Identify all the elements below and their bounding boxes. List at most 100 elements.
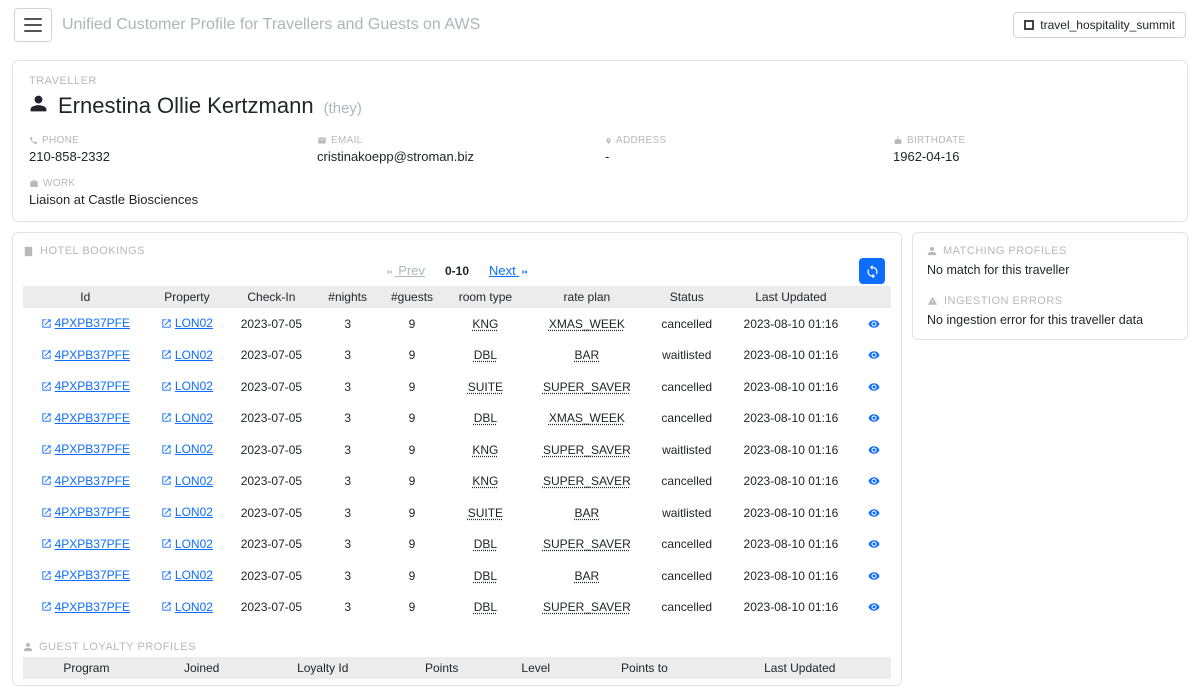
booking-id-link[interactable]: 4PXPB37PFE: [41, 568, 130, 582]
table-row: 4PXPB37PFELON022023-07-0539KNGSUPER_SAVE…: [23, 466, 891, 498]
updated-cell: 2023-08-10 01:16: [725, 529, 856, 561]
prev-link[interactable]: Prev: [383, 263, 425, 278]
room-cell: DBL: [445, 592, 525, 624]
rate-cell: SUPER_SAVER: [526, 466, 649, 498]
topbar: Unified Customer Profile for Travellers …: [0, 0, 1200, 50]
view-button[interactable]: [857, 371, 892, 403]
column-header: Level: [491, 657, 580, 679]
view-button[interactable]: [857, 403, 892, 435]
next-link[interactable]: Next: [489, 263, 531, 278]
app-title: Unified Customer Profile for Travellers …: [62, 16, 480, 34]
property-link[interactable]: LON02: [161, 537, 213, 551]
column-header: #nights: [317, 286, 379, 308]
traveller-pronoun: (they): [324, 100, 362, 117]
cake-icon: [893, 136, 903, 145]
table-row: 4PXPB37PFELON022023-07-0539KNGXMAS_WEEKc…: [23, 308, 891, 340]
column-header: Property: [148, 286, 227, 308]
property-link[interactable]: LON02: [161, 568, 213, 582]
view-button[interactable]: [857, 340, 892, 372]
status-cell: cancelled: [648, 403, 725, 435]
menu-button[interactable]: [14, 8, 52, 42]
view-button[interactable]: [857, 497, 892, 529]
address-label: ADDRESS: [605, 135, 883, 146]
property-link[interactable]: LON02: [161, 379, 213, 393]
email-label: EMAIL: [317, 135, 595, 146]
table-row: 4PXPB37PFELON022023-07-0539DBLBARwaitlis…: [23, 340, 891, 372]
status-cell: waitlisted: [648, 497, 725, 529]
refresh-button[interactable]: [859, 258, 885, 284]
guests-cell: 9: [379, 308, 445, 340]
booking-id-link[interactable]: 4PXPB37PFE: [41, 411, 130, 425]
matching-text: No match for this traveller: [927, 263, 1173, 277]
status-cell: cancelled: [648, 592, 725, 624]
column-header: rate plan: [526, 286, 649, 308]
booking-id-link[interactable]: 4PXPB37PFE: [41, 505, 130, 519]
checkin-cell: 2023-07-05: [226, 371, 316, 403]
booking-id-link[interactable]: 4PXPB37PFE: [41, 600, 130, 614]
phone-label: PHONE: [29, 135, 307, 146]
room-cell: SUITE: [445, 497, 525, 529]
user-icon: [29, 94, 48, 113]
view-button[interactable]: [857, 592, 892, 624]
booking-id-link[interactable]: 4PXPB37PFE: [41, 442, 130, 456]
bookings-label: HOTEL BOOKINGS: [23, 245, 891, 257]
phone-value: 210-858-2332: [29, 149, 307, 164]
rate-cell: SUPER_SAVER: [526, 371, 649, 403]
property-link[interactable]: LON02: [161, 442, 213, 456]
property-link[interactable]: LON02: [161, 600, 213, 614]
view-button[interactable]: [857, 529, 892, 561]
booking-id-link[interactable]: 4PXPB37PFE: [41, 316, 130, 330]
status-cell: cancelled: [648, 560, 725, 592]
column-header: room type: [445, 286, 525, 308]
rate-cell: XMAS_WEEK: [526, 403, 649, 435]
view-button[interactable]: [857, 466, 892, 498]
guests-cell: 9: [379, 434, 445, 466]
view-button[interactable]: [857, 308, 892, 340]
guests-cell: 9: [379, 340, 445, 372]
booking-id-link[interactable]: 4PXPB37PFE: [41, 474, 130, 488]
status-cell: cancelled: [648, 308, 725, 340]
nights-cell: 3: [317, 308, 379, 340]
column-header: Status: [648, 286, 725, 308]
updated-cell: 2023-08-10 01:16: [725, 592, 856, 624]
nights-cell: 3: [317, 340, 379, 372]
booking-id-link[interactable]: 4PXPB37PFE: [41, 537, 130, 551]
guests-cell: 9: [379, 403, 445, 435]
view-button[interactable]: [857, 560, 892, 592]
updated-cell: 2023-08-10 01:16: [725, 466, 856, 498]
view-button[interactable]: [857, 434, 892, 466]
email-icon: [317, 136, 327, 145]
table-row: 4PXPB37PFELON022023-07-0539DBLBARcancell…: [23, 560, 891, 592]
user-icon: [927, 246, 937, 256]
property-link[interactable]: LON02: [161, 505, 213, 519]
updated-cell: 2023-08-10 01:16: [725, 497, 856, 529]
nights-cell: 3: [317, 403, 379, 435]
booking-id-link[interactable]: 4PXPB37PFE: [41, 348, 130, 362]
loyalty-label: GUEST LOYALTY PROFILES: [23, 641, 891, 653]
room-cell: DBL: [445, 403, 525, 435]
nights-cell: 3: [317, 466, 379, 498]
booking-id-link[interactable]: 4PXPB37PFE: [41, 379, 130, 393]
property-link[interactable]: LON02: [161, 348, 213, 362]
warning-icon: [927, 296, 938, 306]
checkin-cell: 2023-07-05: [226, 403, 316, 435]
column-header: Last Updated: [709, 657, 891, 679]
checkin-cell: 2023-07-05: [226, 529, 316, 561]
property-link[interactable]: LON02: [161, 411, 213, 425]
property-link[interactable]: LON02: [161, 474, 213, 488]
checkin-cell: 2023-07-05: [226, 434, 316, 466]
rate-cell: BAR: [526, 560, 649, 592]
property-link[interactable]: LON02: [161, 316, 213, 330]
nights-cell: 3: [317, 592, 379, 624]
nights-cell: 3: [317, 560, 379, 592]
room-cell: DBL: [445, 340, 525, 372]
domain-select[interactable]: travel_hospitality_summit: [1013, 12, 1186, 38]
column-header: Points: [392, 657, 491, 679]
traveller-section-label: TRAVELLER: [29, 75, 1171, 87]
updated-cell: 2023-08-10 01:16: [725, 340, 856, 372]
room-cell: KNG: [445, 434, 525, 466]
building-icon: [23, 246, 34, 257]
checkin-cell: 2023-07-05: [226, 592, 316, 624]
checkin-cell: 2023-07-05: [226, 497, 316, 529]
checkin-cell: 2023-07-05: [226, 560, 316, 592]
